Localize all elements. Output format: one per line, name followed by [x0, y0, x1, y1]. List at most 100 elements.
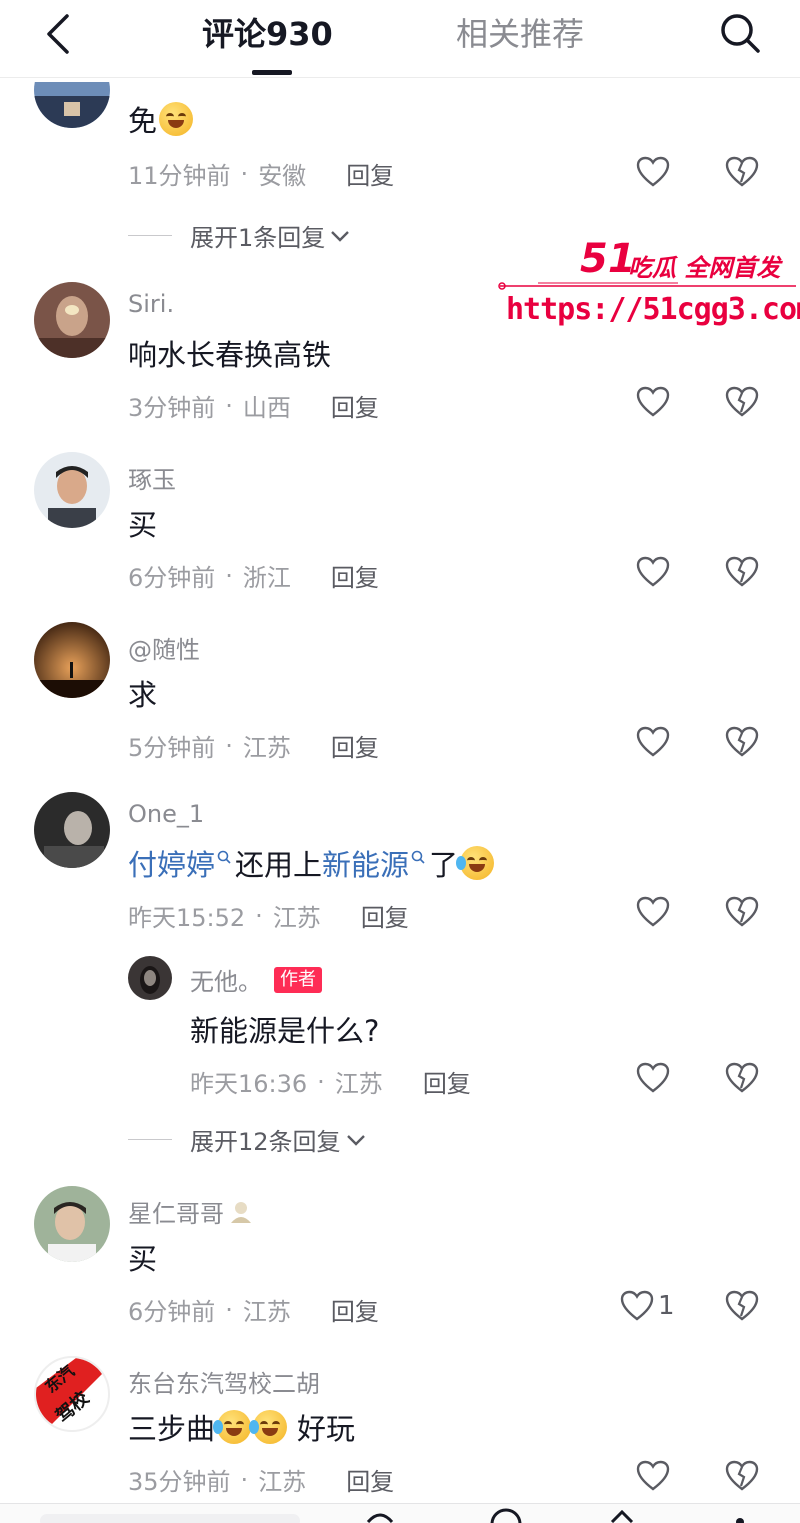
comment-time: 5分钟前 — [128, 734, 216, 762]
comment-username[interactable]: One_1 — [128, 800, 204, 828]
heart-icon — [636, 386, 670, 417]
reply-meta: 昨天16:36 · 江苏 回复 — [190, 1064, 471, 1099]
chevron-left-icon — [47, 14, 69, 54]
broken-heart-icon — [725, 896, 759, 927]
comment-location: 江苏 — [242, 734, 291, 762]
dislike-button[interactable] — [722, 1286, 762, 1326]
comment-location: 江苏 — [258, 1468, 307, 1496]
comment-text: 付婷婷 还用上 新能源 了 — [128, 842, 495, 884]
heart-icon — [636, 1062, 670, 1093]
expand-replies-button[interactable]: 展开12条回复 — [128, 1122, 367, 1157]
like-button[interactable] — [636, 722, 696, 762]
comment-username[interactable]: Siri. — [128, 290, 174, 318]
expand-replies-button[interactable]: 展开1条回复 — [128, 218, 351, 253]
watermark-url: https://51cgg3.com — [506, 292, 800, 327]
comment-meta: 6分钟前 · 浙江 回复 — [128, 558, 379, 593]
reply-button[interactable]: 回复 — [423, 1064, 471, 1099]
reply-button[interactable]: 回复 — [361, 898, 409, 933]
avatar[interactable] — [34, 452, 110, 528]
broken-heart-icon — [725, 726, 759, 757]
search-tag-icon — [411, 850, 425, 864]
broken-heart-icon — [725, 1290, 759, 1321]
comment-time: 昨天16:36 — [190, 1070, 308, 1098]
reply-text: 新能源是什么? — [190, 1014, 380, 1048]
comment-location: 安徽 — [258, 162, 307, 190]
comment-meta: 3分钟前 · 山西 回复 — [128, 388, 379, 423]
comment-text: 买 — [128, 508, 158, 542]
reply-button[interactable]: 回复 — [346, 156, 394, 191]
comment-text: 三步曲 好玩 — [128, 1410, 356, 1446]
avatar[interactable] — [34, 792, 110, 868]
heart-icon — [636, 726, 670, 757]
laugh-cry-emoji-icon — [456, 846, 495, 880]
comment-meta: 5分钟前 · 江苏 回复 — [128, 728, 379, 763]
mention-link[interactable]: 新能源 — [322, 842, 409, 884]
reply-button[interactable]: 回复 — [331, 728, 379, 763]
header: 评论930 相关推荐 — [0, 0, 800, 78]
bottom-bar-icons — [40, 1508, 744, 1523]
bottom-input-bar[interactable] — [0, 1503, 800, 1523]
back-button[interactable] — [36, 10, 80, 58]
comment-time: 6分钟前 — [128, 1298, 216, 1326]
reply-button[interactable]: 回复 — [331, 1292, 379, 1327]
watermark-line — [498, 282, 796, 290]
like-count: 1 — [658, 1291, 675, 1321]
comment-meta: 11分钟前 · 安徽 回复 — [128, 156, 394, 191]
dislike-button[interactable] — [722, 382, 762, 422]
smile-emoji-icon — [159, 102, 194, 136]
avatar[interactable] — [34, 1186, 110, 1262]
reply-username[interactable]: 无他。 作者 — [190, 962, 322, 997]
mention-link[interactable]: 付婷婷 — [128, 842, 215, 884]
broken-heart-icon — [725, 1062, 759, 1093]
dislike-button[interactable] — [722, 892, 762, 932]
like-button[interactable]: 1 — [620, 1286, 680, 1326]
tab-comments[interactable]: 评论930 — [202, 10, 333, 58]
reply-button[interactable]: 回复 — [331, 388, 379, 423]
level-badge-icon — [231, 1201, 251, 1223]
reply-button[interactable]: 回复 — [331, 558, 379, 593]
like-button[interactable] — [636, 1456, 696, 1496]
comment-location: 江苏 — [242, 1298, 291, 1326]
avatar[interactable] — [34, 622, 110, 698]
comment-text: 买 — [128, 1242, 158, 1276]
dislike-button[interactable] — [722, 152, 762, 192]
comment-time: 6分钟前 — [128, 564, 216, 592]
search-button[interactable] — [714, 8, 766, 58]
like-button[interactable] — [636, 382, 696, 422]
reply-avatar[interactable] — [128, 956, 172, 1000]
comment-location: 江苏 — [334, 1070, 383, 1098]
comments-page: 评论930 相关推荐 免 11分钟前 · 安徽 回复 展开1条回复 Siri. … — [0, 0, 800, 1523]
comment-time: 昨天15:52 — [128, 904, 246, 932]
broken-heart-icon — [725, 156, 759, 187]
reply-button[interactable]: 回复 — [346, 1462, 394, 1497]
comment-meta: 昨天15:52 · 江苏 回复 — [128, 898, 409, 933]
heart-icon — [636, 896, 670, 927]
comment-username[interactable]: @随性 — [128, 630, 200, 665]
like-button[interactable] — [636, 552, 696, 592]
author-badge: 作者 — [274, 966, 322, 993]
search-icon — [721, 14, 760, 53]
comment-username[interactable]: 琢玉 — [128, 460, 176, 495]
laugh-cry-emoji-icon — [213, 1410, 252, 1444]
comment-username[interactable]: 东台东汽驾校二胡 — [128, 1364, 320, 1399]
dislike-button[interactable] — [722, 1456, 762, 1496]
comment-location: 浙江 — [242, 564, 291, 592]
dislike-button[interactable] — [722, 552, 762, 592]
comment-location: 山西 — [242, 394, 291, 422]
dislike-button[interactable] — [722, 722, 762, 762]
tab-related[interactable]: 相关推荐 — [456, 10, 584, 58]
like-button[interactable] — [636, 1058, 696, 1098]
heart-icon — [636, 556, 670, 587]
like-button[interactable] — [636, 892, 696, 932]
avatar[interactable] — [34, 282, 110, 358]
active-tab-indicator — [252, 70, 292, 75]
comment-username[interactable]: 星仁哥哥 — [128, 1194, 254, 1229]
dislike-button[interactable] — [722, 1058, 762, 1098]
comment-text: 求 — [128, 678, 158, 712]
comment-meta: 35分钟前 · 江苏 回复 — [128, 1462, 394, 1497]
comment-location: 江苏 — [272, 904, 321, 932]
like-button[interactable] — [636, 152, 696, 192]
comment-time: 35分钟前 — [128, 1468, 231, 1496]
avatar[interactable]: 东汽 驾校 — [34, 1356, 110, 1432]
comment-time: 3分钟前 — [128, 394, 216, 422]
